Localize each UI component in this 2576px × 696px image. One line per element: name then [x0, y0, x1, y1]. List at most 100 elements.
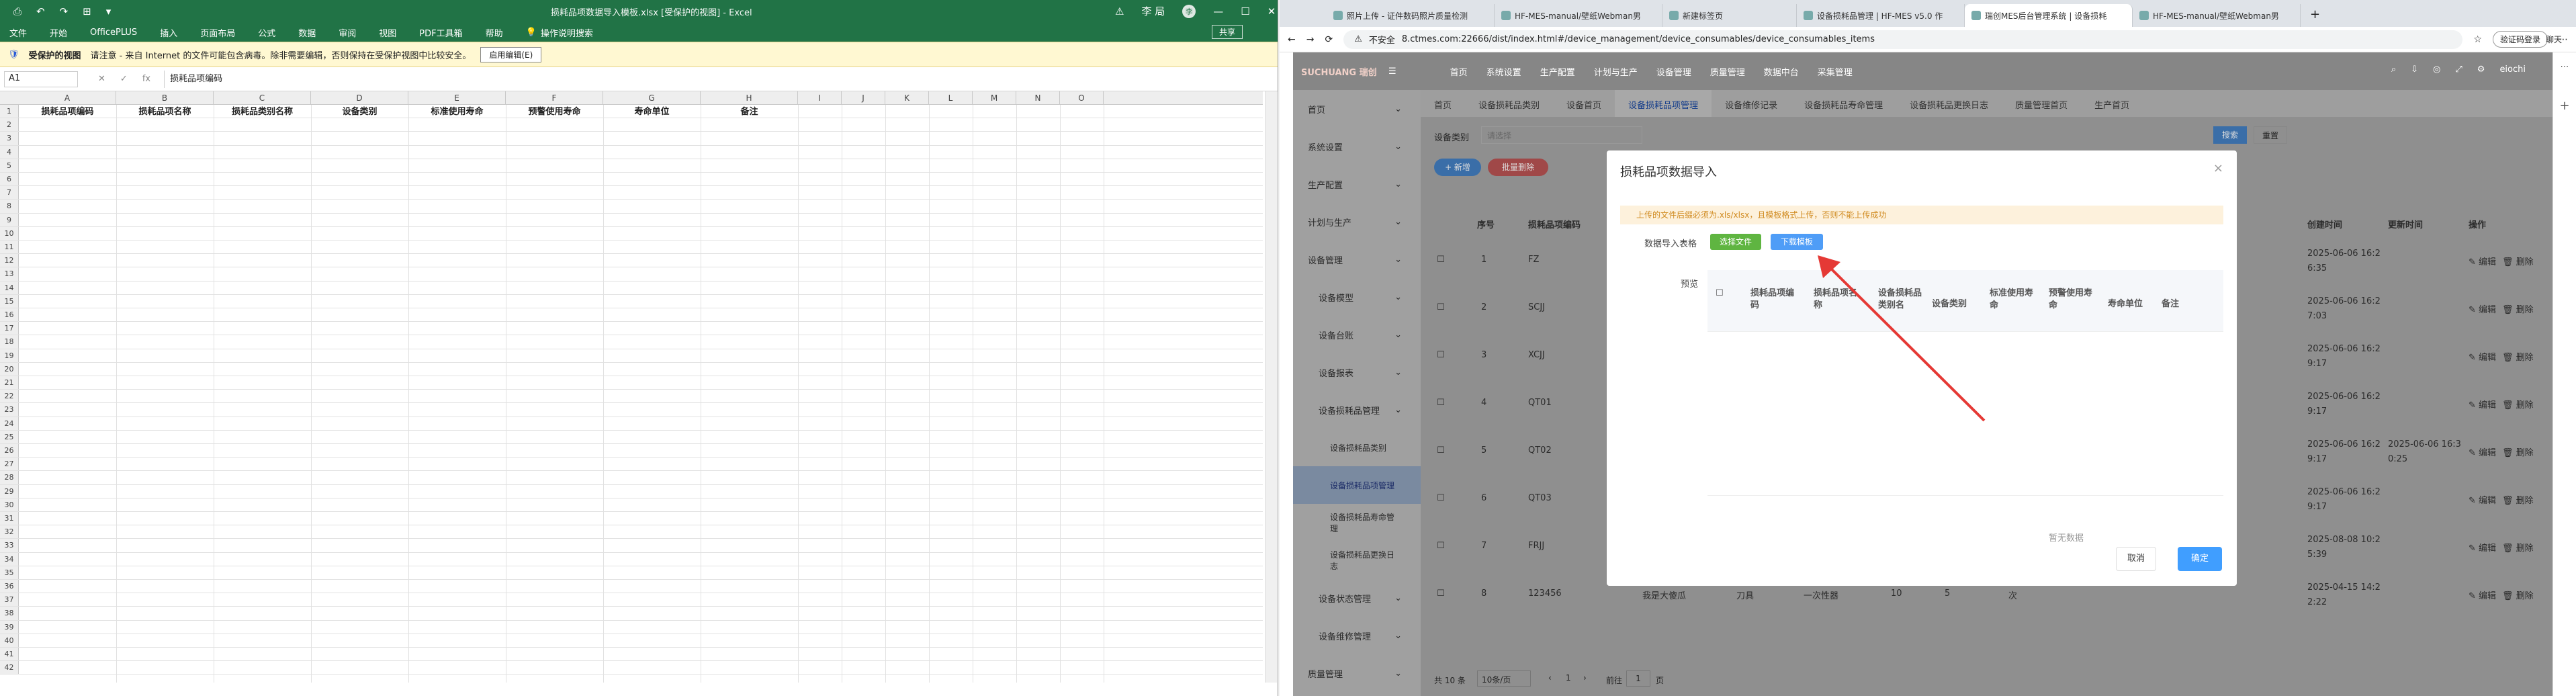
nav-item[interactable]: 首页 — [1450, 65, 1468, 78]
settings-icon[interactable]: ⚙ — [2477, 64, 2485, 75]
app-tab[interactable]: 设备损耗品寿命管理 — [1791, 90, 1896, 117]
column-header-e[interactable]: E — [408, 91, 506, 105]
row-header[interactable]: 19 — [0, 349, 19, 362]
browser-tab-active[interactable]: 瑞创MES后台管理系统 | 设备损耗 — [1965, 4, 2133, 27]
bookmark-icon[interactable]: ☆ — [2473, 34, 2482, 45]
cancel-button[interactable]: 取消 — [2116, 547, 2156, 571]
header-cell[interactable]: 损耗品项编码 — [19, 105, 116, 119]
header-checkbox[interactable]: ☐ — [1716, 288, 1724, 300]
notification-icon[interactable]: ◎ — [2433, 64, 2440, 75]
nav-item[interactable]: 生产配置 — [1540, 65, 1575, 78]
page-size-select[interactable]: 10条/页 — [1477, 670, 1531, 687]
row-checkbox[interactable]: ☐ — [1437, 445, 1445, 455]
delete-button[interactable]: 🗑 删除 — [2502, 350, 2534, 363]
header-cell[interactable]: 备注 — [701, 105, 798, 119]
row-header[interactable]: 11 — [0, 241, 19, 254]
edit-button[interactable]: ✎ 编辑 — [2469, 398, 2496, 410]
prev-page-icon[interactable]: ‹ — [1548, 673, 1552, 683]
row-header[interactable]: 17 — [0, 322, 19, 335]
row-header[interactable]: 28 — [0, 471, 19, 484]
side-add-icon[interactable]: + — [2553, 99, 2576, 113]
app-tab[interactable]: 设备损耗品类别 — [1465, 90, 1553, 117]
tab-help[interactable]: 帮助 — [486, 26, 503, 39]
fullscreen-icon[interactable]: ⤢ — [2455, 64, 2462, 75]
sidebar-item[interactable]: 质量管理 ⌄ — [1293, 654, 1421, 692]
search-button[interactable]: 搜索 — [2213, 126, 2247, 144]
nav-item[interactable]: 系统设置 — [1486, 65, 1521, 78]
browser-tab[interactable]: 新建标签页 — [1662, 4, 1797, 27]
browser-tab[interactable]: 设备损耗品管理 | HF-MES v5.0 作 — [1797, 4, 1965, 27]
row-header[interactable]: 36 — [0, 580, 19, 593]
batch-delete-button[interactable]: 批量删除 — [1488, 159, 1548, 176]
minimize-button[interactable]: — — [1213, 5, 1223, 17]
app-tab[interactable]: 设备损耗品项管理 — [1615, 90, 1712, 117]
edit-button[interactable]: ✎ 编辑 — [2469, 541, 2496, 554]
delete-button[interactable]: 🗑 删除 — [2502, 398, 2534, 410]
row-header[interactable]: 20 — [0, 362, 19, 376]
tab-data[interactable]: 数据 — [298, 26, 316, 39]
sidebar-item[interactable]: 设备维修管理 ⌄ — [1293, 617, 1421, 654]
delete-button[interactable]: 🗑 删除 — [2502, 541, 2534, 554]
undo-icon[interactable]: ↶ — [36, 5, 45, 17]
tab-pdf[interactable]: PDF工具箱 — [419, 26, 462, 39]
sidebar-item[interactable]: 设备损耗品更换日志 — [1293, 541, 1421, 579]
download-icon[interactable]: ⇩ — [2411, 64, 2418, 75]
header-cell[interactable]: 预警使用寿命 — [506, 105, 603, 119]
tab-insert[interactable]: 插入 — [160, 26, 177, 39]
delete-button[interactable]: 🗑 删除 — [2502, 302, 2534, 315]
app-tab[interactable]: 质量管理首页 — [2002, 90, 2081, 117]
sidebar-item[interactable]: 设备报表 ⌄ — [1293, 353, 1421, 391]
column-header-a[interactable]: A — [19, 91, 116, 105]
formula-input[interactable]: 损耗品项编码 — [164, 70, 1278, 88]
sidebar-item[interactable]: 计划与生产 ⌄ — [1293, 203, 1421, 241]
save-icon[interactable]: ⎙ — [13, 5, 21, 17]
row-header[interactable]: 39 — [0, 620, 19, 634]
goto-input[interactable]: 1 — [1626, 670, 1650, 687]
app-tab[interactable]: 设备损耗品更换日志 — [1896, 90, 2002, 117]
row-header[interactable]: 4 — [0, 145, 19, 159]
page-number[interactable]: 1 — [1566, 673, 1571, 683]
row-header[interactable]: 1 — [0, 105, 19, 118]
new-tab-button[interactable]: + — [2301, 2, 2329, 27]
column-header-i[interactable]: I — [798, 91, 842, 105]
row-header[interactable]: 35 — [0, 566, 19, 579]
row-header[interactable]: 34 — [0, 552, 19, 566]
header-cell[interactable]: 损耗品项名称 — [116, 105, 214, 119]
edit-button[interactable]: ✎ 编辑 — [2469, 302, 2496, 315]
tab-review[interactable]: 审阅 — [339, 26, 356, 39]
column-header-m[interactable]: M — [973, 91, 1016, 105]
menu-toggle-icon[interactable]: ☰ — [1388, 67, 1396, 77]
row-header[interactable]: 37 — [0, 593, 19, 607]
address-bar[interactable]: ⚠ 不安全 8.ctmes.com:22666/dist/index.html#… — [1343, 30, 2463, 49]
share-button[interactable]: 共享 — [1211, 25, 1243, 39]
form-icon[interactable]: ⊞ — [83, 5, 91, 17]
column-header-l[interactable]: L — [929, 91, 973, 105]
download-template-button[interactable]: 下载模板 — [1771, 234, 1823, 250]
back-button[interactable]: ← — [1288, 34, 1296, 45]
row-header[interactable]: 41 — [0, 648, 19, 661]
maximize-button[interactable]: ☐ — [1241, 5, 1249, 17]
nav-item[interactable]: 计划与生产 — [1594, 65, 1638, 78]
row-checkbox[interactable]: ☐ — [1437, 398, 1445, 408]
close-icon[interactable]: × — [2213, 161, 2223, 175]
row-header[interactable]: 25 — [0, 430, 19, 443]
nav-item[interactable]: 采集管理 — [1818, 65, 1853, 78]
name-box[interactable]: A1 — [4, 71, 78, 87]
row-header[interactable]: 8 — [0, 200, 19, 213]
delete-button[interactable]: 🗑 删除 — [2502, 445, 2534, 458]
reload-button[interactable]: ⟳ — [1325, 34, 1333, 45]
app-tab[interactable]: 设备维修记录 — [1712, 90, 1791, 117]
column-header-k[interactable]: K — [885, 91, 929, 105]
column-header-b[interactable]: B — [116, 91, 214, 105]
edit-button[interactable]: ✎ 编辑 — [2469, 255, 2496, 267]
row-header[interactable]: 5 — [0, 159, 19, 172]
row-header[interactable]: 27 — [0, 458, 19, 471]
tab-officeplus[interactable]: OfficePLUS — [90, 28, 137, 38]
tab-page-layout[interactable]: 页面布局 — [200, 26, 235, 39]
row-header[interactable]: 7 — [0, 186, 19, 200]
sidebar-item[interactable]: 首页 ⌄ — [1293, 90, 1421, 128]
header-cell[interactable]: 损耗品类别名称 — [214, 105, 311, 119]
column-header-h[interactable]: H — [701, 91, 798, 105]
delete-button[interactable]: 🗑 删除 — [2502, 589, 2534, 601]
nav-item[interactable]: 设备管理 — [1656, 65, 1691, 78]
